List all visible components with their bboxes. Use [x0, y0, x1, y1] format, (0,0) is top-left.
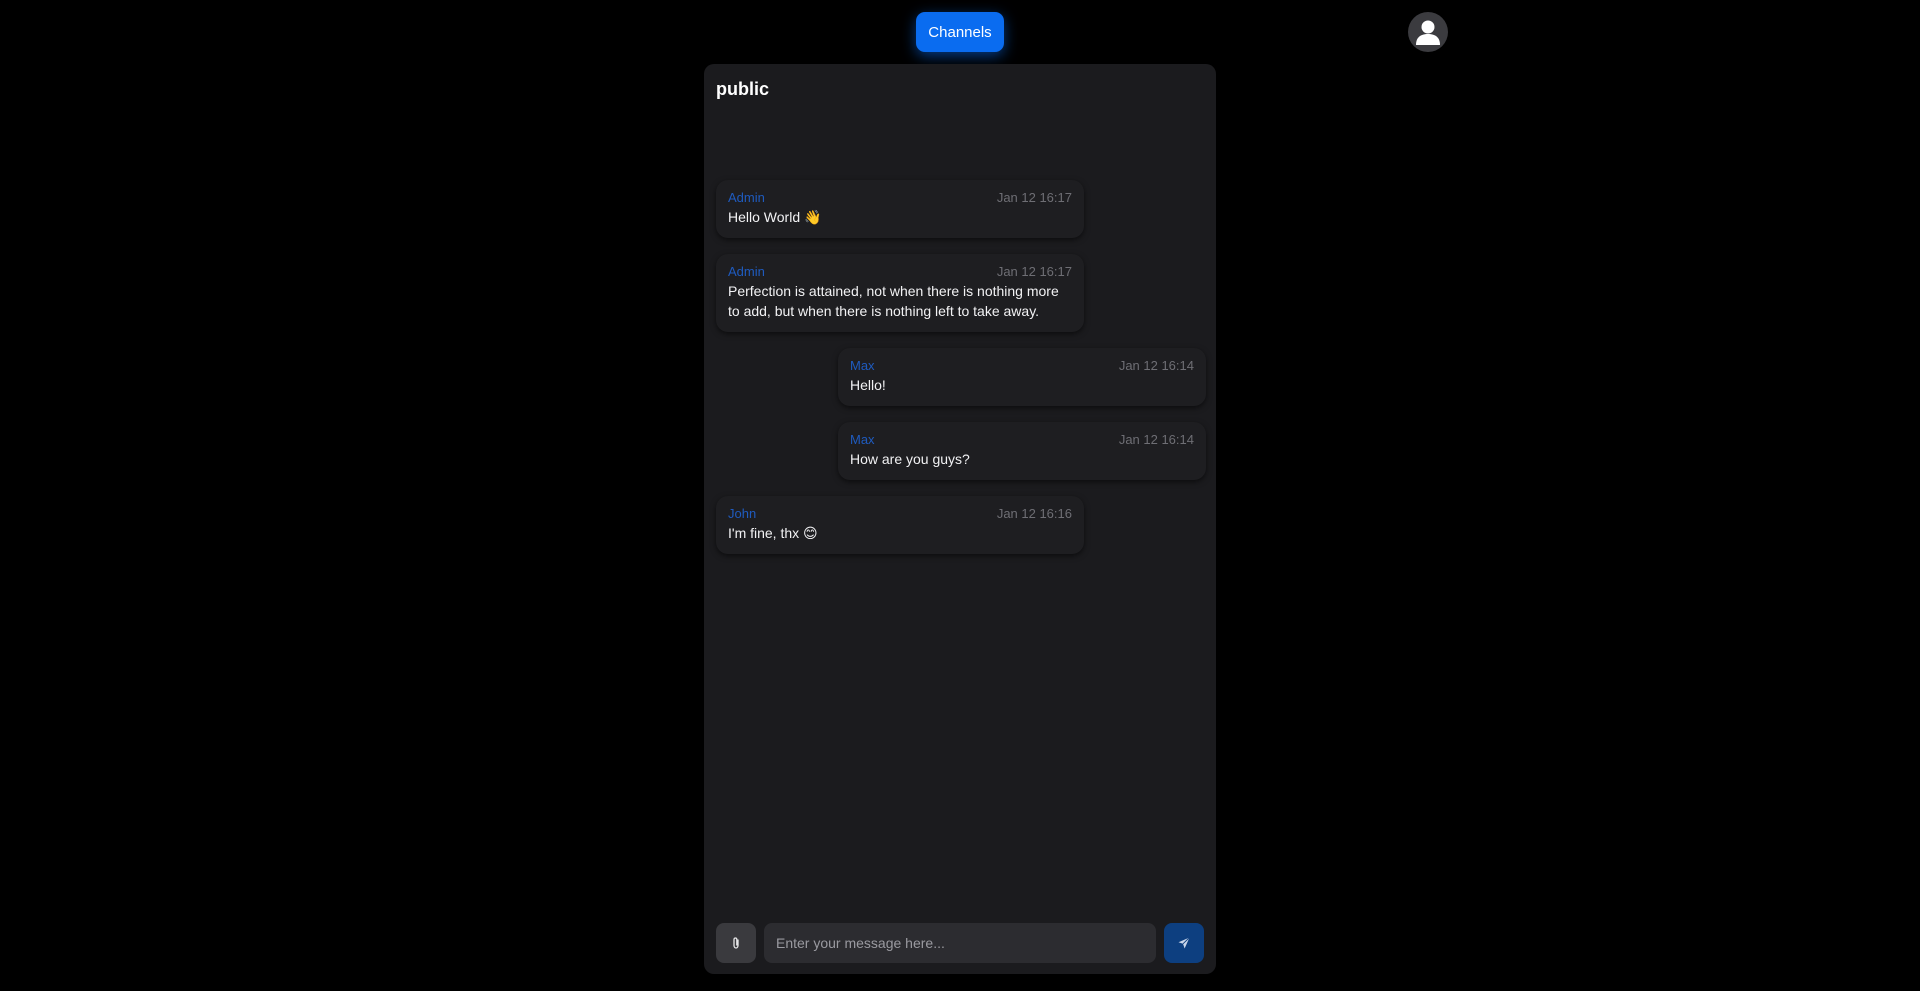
channel-title: public [716, 79, 769, 99]
message-text: How are you guys? [850, 451, 970, 467]
message-author[interactable]: Admin [728, 264, 765, 279]
message-item: Max Jan 12 16:14 Hello! [838, 348, 1206, 406]
chat-panel: public Admin Jan 12 16:17 Hello World 👋 … [704, 64, 1216, 974]
send-icon [1178, 937, 1190, 949]
message-item: Max Jan 12 16:14 How are you guys? [838, 422, 1206, 480]
send-button[interactable] [1164, 923, 1204, 963]
message-item: Admin Jan 12 16:17 Hello World 👋 [716, 180, 1084, 238]
message-timestamp: Jan 12 16:14 [1118, 432, 1194, 447]
channels-button[interactable]: Channels [916, 12, 1004, 52]
message-item: John Jan 12 16:16 I'm fine, thx 😊 [716, 496, 1084, 554]
message-timestamp: Jan 12 16:17 [996, 190, 1072, 205]
message-author[interactable]: Max [850, 432, 875, 447]
message-timestamp: Jan 12 16:16 [996, 506, 1072, 521]
top-bar: Channels [0, 0, 1920, 64]
message-timestamp: Jan 12 16:17 [996, 264, 1072, 279]
attach-button[interactable] [716, 923, 756, 963]
message-input[interactable] [764, 923, 1156, 963]
message-author[interactable]: John [728, 506, 756, 521]
user-avatar-button[interactable] [1408, 12, 1448, 52]
message-text: Hello! [850, 377, 886, 393]
message-item: Admin Jan 12 16:17 Perfection is attaine… [716, 254, 1084, 332]
user-icon [1416, 20, 1440, 45]
message-text: I'm fine, thx 😊 [728, 525, 818, 541]
message-composer [716, 923, 1204, 963]
paperclip-icon [733, 937, 739, 949]
message-author[interactable]: Admin [728, 190, 765, 205]
message-text: Hello World 👋 [728, 209, 822, 225]
message-text: Perfection is attained, not when there i… [728, 283, 1059, 319]
message-timestamp: Jan 12 16:14 [1118, 358, 1194, 373]
message-author[interactable]: Max [850, 358, 875, 373]
